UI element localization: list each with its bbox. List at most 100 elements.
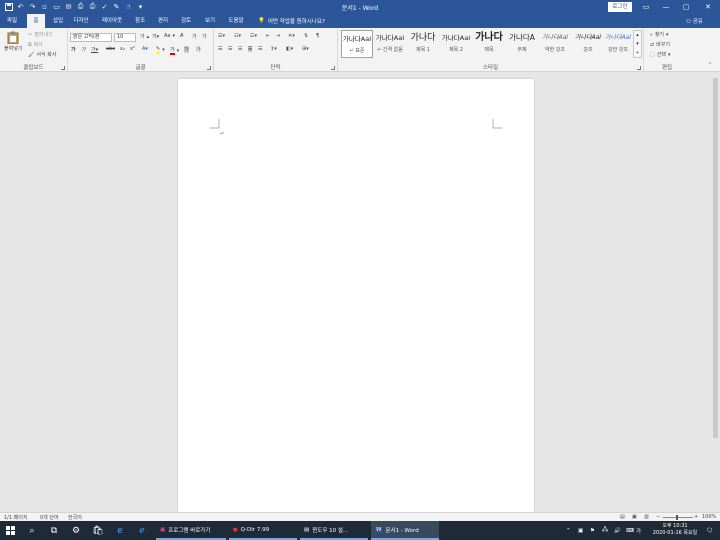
- zoom-slider[interactable]: [663, 517, 693, 518]
- increase-indent-icon[interactable]: ⇥: [276, 33, 280, 39]
- highlight-icon[interactable]: ✎ ▾: [156, 46, 165, 54]
- page-count[interactable]: 1/1 페이지: [4, 514, 27, 521]
- change-case-button[interactable]: Aa ▾: [164, 33, 175, 39]
- font-color-icon[interactable]: 가 ▾: [170, 46, 179, 55]
- format-painter-button[interactable]: 🖌 서식 복사: [28, 51, 56, 59]
- numbering-icon[interactable]: ☷▾: [234, 33, 241, 39]
- search-icon[interactable]: ⌕: [22, 521, 42, 540]
- style-no-spacing[interactable]: 가나다AaI ↵ 간격 없음: [374, 30, 406, 58]
- ie-icon[interactable]: ℯ: [132, 521, 152, 540]
- new-doc-icon[interactable]: ▫: [40, 2, 49, 11]
- style-normal[interactable]: 가나다AaI ↵ 표준: [341, 30, 373, 58]
- language-indicator[interactable]: 한국어: [68, 514, 82, 521]
- ime-indicator[interactable]: 가: [636, 521, 641, 540]
- clock[interactable]: 오후 10:31 2020-01-16 목요일: [648, 523, 702, 537]
- login-button[interactable]: 로그인: [608, 2, 632, 12]
- settings-gear-icon[interactable]: ⚙: [66, 521, 86, 540]
- edge-icon[interactable]: e: [110, 521, 130, 540]
- redo-icon[interactable]: ↷: [28, 2, 37, 11]
- bullets-icon[interactable]: ☰▾: [218, 33, 225, 39]
- select-button[interactable]: ⬚ 선택 ▾: [650, 51, 670, 59]
- spelling-icon[interactable]: ✓: [100, 2, 109, 11]
- ribbon-display-icon[interactable]: ▭: [635, 0, 657, 14]
- find-button[interactable]: ⌕ 찾기 ▾: [650, 31, 669, 39]
- phonetic-guide-icon[interactable]: 가: [192, 33, 197, 40]
- multilevel-list-icon[interactable]: ☲▾: [250, 33, 257, 39]
- print-icon[interactable]: ⎙: [88, 2, 97, 11]
- document-page[interactable]: ↵: [178, 79, 534, 512]
- align-right-icon[interactable]: ☰: [238, 46, 242, 52]
- print-layout-icon[interactable]: ▣: [632, 514, 637, 520]
- undo-icon[interactable]: ↶: [16, 2, 25, 11]
- share-button[interactable]: ⚇ 공유: [686, 17, 703, 25]
- tell-me-box[interactable]: 💡 어떤 작업을 원하시나요?: [258, 17, 325, 25]
- print-preview-icon[interactable]: ⎙: [76, 2, 85, 11]
- tab-references[interactable]: 참조: [131, 14, 149, 28]
- strikethrough-icon[interactable]: abc: [106, 46, 115, 52]
- tab-file[interactable]: 파일: [2, 14, 22, 28]
- line-spacing-icon[interactable]: ↕▾: [270, 46, 277, 52]
- show-marks-icon[interactable]: ¶: [316, 33, 319, 39]
- save-icon[interactable]: [4, 2, 13, 11]
- style-emphasis[interactable]: 가나다AaI 강조: [572, 30, 604, 58]
- notification-icon[interactable]: 🗨: [706, 521, 713, 540]
- tab-design[interactable]: 디자인: [70, 14, 92, 28]
- tab-review[interactable]: 검토: [176, 14, 196, 28]
- styles-down-icon[interactable]: ▾: [634, 40, 641, 49]
- tab-view[interactable]: 보기: [200, 14, 220, 28]
- close-button[interactable]: ✕: [697, 0, 719, 14]
- enclose-char-icon[interactable]: ㉮: [196, 46, 201, 53]
- replace-button[interactable]: ⇄ 바꾸기: [650, 41, 670, 49]
- zoom-out-icon[interactable]: −: [656, 514, 660, 520]
- style-heading-2[interactable]: 가나다AaI 제목 2: [440, 30, 472, 58]
- task-view-icon[interactable]: ⧉: [44, 521, 64, 540]
- decrease-indent-icon[interactable]: ⇤: [266, 33, 270, 39]
- italic-icon[interactable]: 가: [81, 46, 86, 53]
- superscript-icon[interactable]: x²: [130, 46, 135, 52]
- copy-button[interactable]: ⧉ 복사: [28, 41, 43, 49]
- paragraph-launcher-icon[interactable]: [331, 66, 335, 70]
- align-center-icon[interactable]: ☰: [228, 46, 232, 52]
- email-icon[interactable]: ✉: [64, 2, 73, 11]
- style-title[interactable]: 가나다 제목: [473, 30, 505, 58]
- taskbar-app-qdir[interactable]: ◼ Q-Dir 7.99: [229, 521, 297, 540]
- char-shading-icon[interactable]: 가: [184, 46, 189, 53]
- style-subtle-emphasis[interactable]: 가나다AaI 약한 강조: [539, 30, 571, 58]
- subscript-icon[interactable]: x₂: [120, 46, 125, 52]
- font-launcher-icon[interactable]: [207, 66, 211, 70]
- font-size-box[interactable]: 10: [114, 33, 136, 42]
- clipboard-launcher-icon[interactable]: [61, 66, 65, 70]
- shading-icon[interactable]: ◧▾: [286, 46, 293, 52]
- scroll-thumb[interactable]: [713, 78, 718, 438]
- align-left-icon[interactable]: ☰: [218, 46, 222, 52]
- tab-help[interactable]: 도움말: [224, 14, 248, 28]
- distributed-icon[interactable]: ☰: [258, 46, 262, 52]
- zoom-in-icon[interactable]: +: [694, 514, 698, 520]
- grow-font-button[interactable]: 가 ▴: [140, 33, 149, 41]
- style-heading-1[interactable]: 가나다 제목 1: [407, 30, 439, 58]
- taskbar-app-shortcuts[interactable]: ▣ 프로그램 바로가기: [156, 521, 226, 540]
- keyboard-icon[interactable]: ⌨: [626, 521, 634, 540]
- char-border-icon[interactable]: 가: [202, 33, 207, 40]
- touch-mode-icon[interactable]: ☝: [124, 2, 133, 11]
- font-name-box[interactable]: 맑은 고딕(본: [70, 33, 112, 42]
- styles-launcher-icon[interactable]: [637, 66, 641, 70]
- tab-mailings[interactable]: 편지: [154, 14, 172, 28]
- tray-flag-icon[interactable]: ⚑: [590, 521, 595, 540]
- asian-layout-icon[interactable]: ✕▾: [288, 33, 295, 39]
- start-windows-icon[interactable]: [0, 521, 20, 540]
- zoom-level[interactable]: 100%: [702, 514, 716, 520]
- taskbar-app-word[interactable]: W 문서1 - Word: [371, 521, 439, 540]
- taskbar-app-browser[interactable]: ▤ 윈도우 10 설...: [300, 521, 368, 540]
- customize-qat-icon[interactable]: ▾: [136, 2, 145, 11]
- clear-format-icon[interactable]: A̸: [180, 33, 183, 39]
- network-icon[interactable]: 🖧: [602, 521, 608, 540]
- draw-table-icon[interactable]: ✎: [112, 2, 121, 11]
- cut-button[interactable]: ✂ 잘라내기: [28, 31, 53, 39]
- shrink-font-button[interactable]: 가▾: [152, 33, 159, 40]
- vertical-scrollbar[interactable]: [711, 72, 720, 512]
- web-layout-icon[interactable]: ▥: [644, 514, 649, 520]
- zoom-slider-thumb[interactable]: [676, 515, 678, 520]
- minimize-button[interactable]: —: [655, 0, 677, 14]
- bold-icon[interactable]: 가: [71, 46, 76, 53]
